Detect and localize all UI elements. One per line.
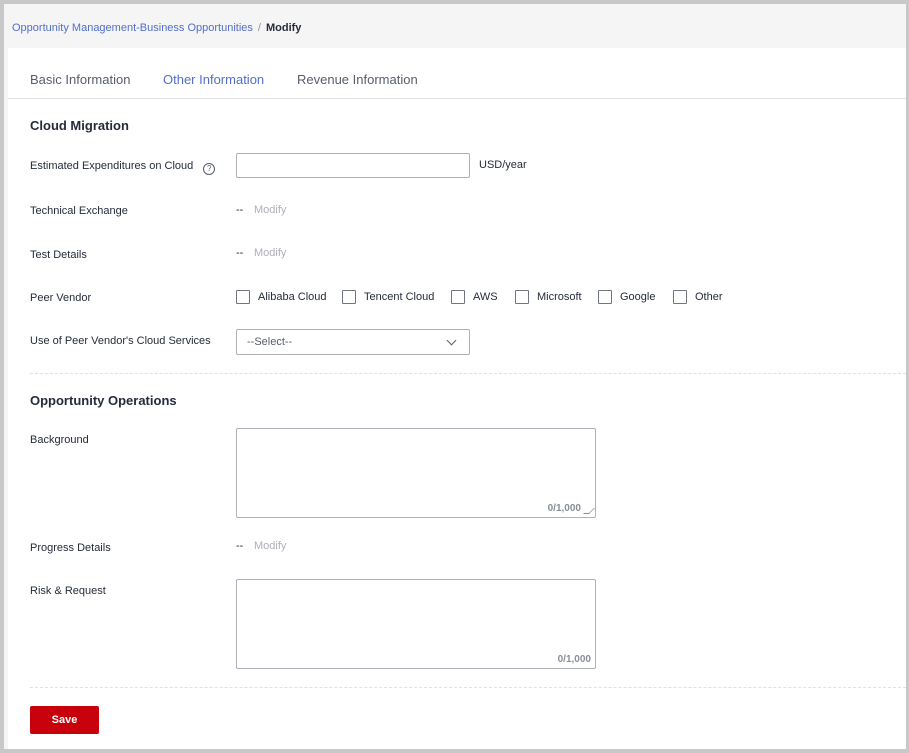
tab-bar: Basic Information Other Information Reve… xyxy=(8,48,906,99)
checkbox-label: Alibaba Cloud xyxy=(258,291,327,303)
checkbox-label: Other xyxy=(695,291,723,303)
estimated-expenditures-label-text: Estimated Expenditures on Cloud xyxy=(30,160,194,172)
breadcrumb-parent-link[interactable]: Opportunity Management-Business Opportun… xyxy=(12,22,253,34)
chevron-down-icon xyxy=(446,335,457,346)
background-textarea-wrapper: 0/1,000 xyxy=(236,428,596,518)
risk-request-textarea[interactable] xyxy=(237,580,595,668)
progress-details-value: -- xyxy=(236,540,244,552)
peer-services-selected-value: --Select-- xyxy=(247,336,293,348)
risk-request-char-counter: 0/1,000 xyxy=(557,654,591,665)
technical-exchange-label: Technical Exchange xyxy=(30,205,128,217)
background-char-counter: 0/1,000 xyxy=(547,503,581,514)
section-title-cloud-migration: Cloud Migration xyxy=(30,118,129,133)
main-content: Basic Information Other Information Reve… xyxy=(8,48,906,749)
peer-vendor-label: Peer Vendor xyxy=(30,292,92,304)
checkbox-label: Google xyxy=(620,291,656,303)
section-divider xyxy=(30,373,906,374)
estimated-expenditures-unit: USD/year xyxy=(479,159,527,171)
checkbox-label: Tencent Cloud xyxy=(364,291,435,303)
checkbox-label: Microsoft xyxy=(537,291,582,303)
question-circle-icon[interactable]: ? xyxy=(203,163,216,175)
breadcrumb-separator: / xyxy=(257,22,261,34)
tab-basic-information[interactable]: Basic Information xyxy=(30,72,130,87)
checkbox-box[interactable] xyxy=(515,290,529,304)
tab-other-information[interactable]: Other Information xyxy=(163,72,264,87)
background-textarea[interactable] xyxy=(237,429,595,517)
breadcrumb: Opportunity Management-Business Opportun… xyxy=(12,22,301,34)
section-title-opportunity-operations: Opportunity Operations xyxy=(30,393,177,408)
estimated-expenditures-label: Estimated Expenditures on Cloud? xyxy=(30,160,216,175)
save-button[interactable]: Save xyxy=(30,706,99,734)
progress-details-modify-link[interactable]: Modify xyxy=(254,540,286,552)
checkbox-box[interactable] xyxy=(451,290,465,304)
test-details-label: Test Details xyxy=(30,249,87,261)
section-divider xyxy=(30,687,906,688)
checkbox-box[interactable] xyxy=(236,290,250,304)
checkbox-box[interactable] xyxy=(342,290,356,304)
progress-details-label: Progress Details xyxy=(30,542,111,554)
background-label: Background xyxy=(30,434,89,446)
technical-exchange-value: -- xyxy=(236,204,244,216)
risk-request-textarea-wrapper: 0/1,000 xyxy=(236,579,596,669)
checkbox-label: AWS xyxy=(473,291,498,303)
checkbox-box[interactable] xyxy=(673,290,687,304)
peer-services-select[interactable]: --Select-- xyxy=(236,329,470,355)
test-details-modify-link[interactable]: Modify xyxy=(254,247,286,259)
breadcrumb-current: Modify xyxy=(265,22,302,34)
risk-request-label: Risk & Request xyxy=(30,585,106,597)
peer-services-label: Use of Peer Vendor's Cloud Services xyxy=(30,335,211,347)
estimated-expenditures-input[interactable] xyxy=(236,153,470,178)
checkbox-box[interactable] xyxy=(598,290,612,304)
technical-exchange-modify-link[interactable]: Modify xyxy=(254,204,286,216)
tab-revenue-information[interactable]: Revenue Information xyxy=(297,72,418,87)
test-details-value: -- xyxy=(236,247,244,259)
